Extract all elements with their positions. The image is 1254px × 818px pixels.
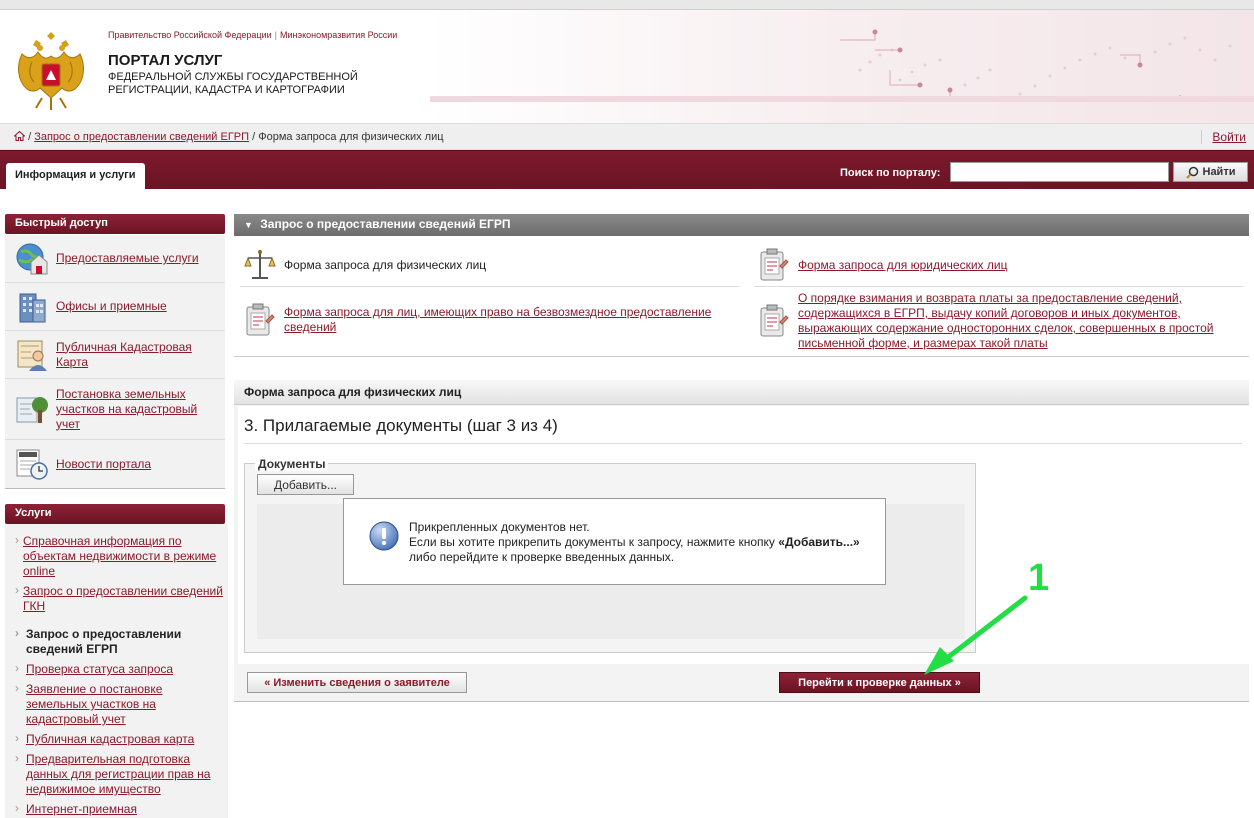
breadcrumb-link-egrp[interactable]: Запрос о предоставлении сведений ЕГРП <box>34 131 249 143</box>
annotation-number: 1 <box>1028 557 1049 599</box>
office-building-icon <box>19 293 46 322</box>
service-item[interactable]: Проверка статуса запроса <box>15 661 224 677</box>
form-panel: Форма запроса для физических лиц 3. Прил… <box>234 380 1249 702</box>
search-button-label: Найти <box>1202 166 1236 178</box>
annotation-arrow: 1 <box>924 557 1049 675</box>
service-item-active: Запрос о предоставлении сведений ЕГРП <box>15 626 224 657</box>
scales-icon <box>244 250 276 279</box>
breadcrumb-bar: / Запрос о предоставлении сведений ЕГРП … <box>0 123 1254 150</box>
documents-legend: Документы <box>255 457 329 471</box>
quick-item-news[interactable]: Новости портала <box>5 440 225 488</box>
site-header: Правительство Российской Федерации | Минэк… <box>0 10 1254 123</box>
portal-title: ПОРТАЛ УСЛУГ <box>108 52 223 69</box>
quick-item-offices[interactable]: Офисы и приемные <box>5 283 225 331</box>
quick-item-label[interactable]: Постановка земельных участков на кадастр… <box>56 387 217 432</box>
form-label-individuals: Форма запроса для физических лиц <box>284 257 487 272</box>
form-link-legal-entities[interactable]: Форма запроса для юридических лиц <box>758 248 1007 282</box>
message-line-2: Если вы хотите прикрепить документы к за… <box>409 535 860 550</box>
quick-item-label[interactable]: Предоставляемые услуги <box>56 251 199 266</box>
document-clipboard-icon <box>760 248 789 281</box>
quick-item-cadastral-map[interactable]: Публичная Кадастровая Карта <box>5 331 225 379</box>
land-tree-icon <box>16 397 48 423</box>
form-links-panel: Форма запроса для физических лиц Форма з… <box>234 237 1249 357</box>
service-item[interactable]: Заявление о постановке земельных участко… <box>15 681 224 727</box>
message-line-3: либо перейдите к проверке введенных данн… <box>409 550 675 564</box>
main-nav-bar: Информация и услуги Поиск по порталу: На… <box>0 150 1254 190</box>
form-link-free-provision[interactable]: Форма запроса для лиц, имеющих право на … <box>244 303 744 337</box>
message-line-2-text: Если вы хотите прикрепить документы к за… <box>409 535 779 549</box>
quick-item-label[interactable]: Публичная Кадастровая Карта <box>56 340 217 370</box>
divider <box>240 286 740 287</box>
russia-map-decoration <box>430 10 1254 123</box>
form-link-individuals: Форма запроса для физических лиц <box>244 248 486 282</box>
top-strip <box>0 0 1254 10</box>
search-label: Поиск по порталу: <box>840 167 941 179</box>
search-icon <box>1185 166 1198 179</box>
message-text: Прикрепленных документов нет. Если вы хо… <box>409 520 860 565</box>
service-item[interactable]: Предварительная подготовка данных для ре… <box>15 751 224 797</box>
form-body: 3. Прилагаемые документы (шаг 3 из 4) До… <box>238 406 1249 664</box>
section-header[interactable]: ▼ Запрос о предоставлении сведений ЕГРП <box>234 214 1249 236</box>
breadcrumb-separator: / <box>252 131 256 143</box>
info-icon <box>369 521 399 551</box>
add-document-button[interactable]: Добавить... <box>257 474 354 495</box>
globe-house-icon <box>16 243 48 274</box>
breadcrumb: / Запрос о предоставлении сведений ЕГРП … <box>13 130 444 143</box>
quick-item-services[interactable]: Предоставляемые услуги <box>5 235 225 283</box>
collapse-arrow-icon: ▼ <box>244 220 253 230</box>
coat-of-arms-icon <box>18 32 84 110</box>
search-input[interactable] <box>950 162 1169 182</box>
service-item[interactable]: Публичная кадастровая карта <box>15 731 224 747</box>
ministry-link[interactable]: Минэкономразвития России <box>280 30 397 40</box>
tab-info-services[interactable]: Информация и услуги <box>6 163 145 190</box>
section-title: Запрос о предоставлении сведений ЕГРП <box>260 217 511 231</box>
map-person-icon <box>17 340 47 371</box>
government-link[interactable]: Правительство Российской Федерации <box>108 30 272 40</box>
no-documents-message: Прикрепленных документов нет. Если вы хо… <box>343 498 886 585</box>
service-link[interactable]: Проверка статуса запроса <box>26 662 173 676</box>
step-title: 3. Прилагаемые документы (шаг 3 из 4) <box>244 416 558 435</box>
quick-access-list: Предоставляемые услуги Офисы и приемные … <box>5 235 225 489</box>
home-icon[interactable] <box>13 130 26 141</box>
news-clock-icon <box>16 449 48 480</box>
divider <box>244 443 1242 444</box>
form-label-legal-entities[interactable]: Форма запроса для юридических лиц <box>798 258 1007 273</box>
form-link-fees-info[interactable]: О порядке взимания и возврата платы за п… <box>758 291 1248 351</box>
service-link[interactable]: Запрос о предоставлении сведений ГКН <box>23 584 223 613</box>
message-line-1: Прикрепленных документов нет. <box>409 520 590 534</box>
form-panel-title: Форма запроса для физических лиц <box>234 380 1249 405</box>
services-header: Услуги <box>5 504 225 524</box>
service-item[interactable]: Запрос о предоставлении сведений ГКН <box>15 583 224 614</box>
form-label-fees-info[interactable]: О порядке взимания и возврата платы за п… <box>798 291 1248 351</box>
service-link[interactable]: Справочная информация по объектам недвиж… <box>23 534 216 578</box>
service-link[interactable]: Публичная кадастровая карта <box>26 732 194 746</box>
service-item[interactable]: Интернет-приемная <box>15 801 224 817</box>
divider <box>754 286 1244 287</box>
breadcrumb-current: Форма запроса для физических лиц <box>258 131 444 143</box>
edit-applicant-button[interactable]: « Изменить сведения о заявителе <box>247 672 467 693</box>
service-link[interactable]: Заявление о постановке земельных участко… <box>26 682 162 726</box>
quick-item-land-registration[interactable]: Постановка земельных участков на кадастр… <box>5 379 225 440</box>
form-label-free-provision[interactable]: Форма запроса для лиц, имеющих право на … <box>284 305 744 335</box>
service-item[interactable]: Справочная информация по объектам недвиж… <box>15 533 224 579</box>
service-link[interactable]: Предварительная подготовка данных для ре… <box>26 752 210 796</box>
services-list: Справочная информация по объектам недвиж… <box>5 524 228 818</box>
document-clipboard-icon <box>246 303 275 336</box>
quick-access-header: Быстрый доступ <box>5 214 225 234</box>
quick-item-label[interactable]: Офисы и приемные <box>56 299 167 314</box>
document-clipboard-icon <box>760 304 789 337</box>
message-add-reference: «Добавить...» <box>778 535 860 549</box>
service-active-label: Запрос о предоставлении сведений ЕГРП <box>26 627 182 656</box>
agency-name: ФЕДЕРАЛЬНОЙ СЛУЖБЫ ГОСУДАРСТВЕННОЙ РЕГИС… <box>108 71 358 96</box>
breadcrumb-separator: / <box>28 131 32 143</box>
search-button[interactable]: Найти <box>1173 162 1248 182</box>
quick-item-label[interactable]: Новости портала <box>56 457 151 472</box>
link-separator: | <box>274 30 277 40</box>
government-links: Правительство Российской Федерации | Минэк… <box>108 30 397 40</box>
login-link[interactable]: Войти <box>1201 130 1246 144</box>
service-link[interactable]: Интернет-приемная <box>26 802 137 816</box>
